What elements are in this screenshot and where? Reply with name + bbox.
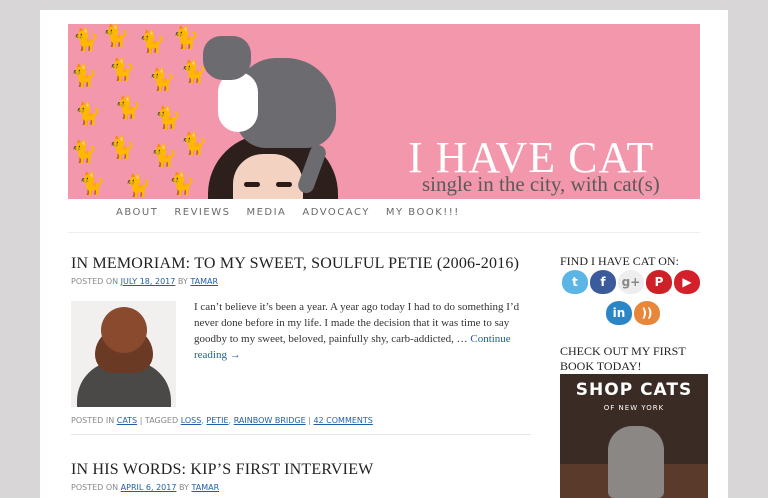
post-author-link[interactable]: TAMAR — [190, 277, 218, 286]
eye-icon — [244, 182, 260, 187]
by-label: BY — [177, 277, 188, 286]
cat-silhouette-icon: 🐈 — [150, 144, 178, 169]
comments-link[interactable]: 42 COMMENTS — [313, 416, 372, 425]
cat-silhouette-icon: 🐈 — [148, 68, 176, 93]
eye-icon — [276, 182, 292, 187]
tag-link[interactable]: LOSS — [181, 416, 202, 425]
category-link[interactable]: CATS — [117, 416, 137, 425]
cat-silhouette-icon: 🐈 — [172, 26, 200, 51]
nav-item-my-book[interactable]: MY BOOK!!! — [386, 207, 460, 218]
cat-silhouette-icon: 🐈 — [114, 96, 142, 121]
cat-silhouette-icon: 🐈 — [124, 174, 152, 199]
nav-item-advocacy[interactable]: ADVOCACY — [302, 207, 369, 218]
cat-silhouette-icon: 🐈 — [168, 172, 196, 197]
cat-silhouette-icon: 🐈 — [70, 64, 98, 89]
nav-item-about[interactable]: ABOUT — [116, 207, 158, 218]
thumbnail-hair — [101, 307, 147, 353]
facebook-icon[interactable]: f — [590, 270, 616, 294]
book-cover-image[interactable]: SHOP CATS OF NEW YORK — [560, 374, 708, 498]
post-date-link[interactable]: JULY 18, 2017 — [121, 277, 176, 286]
post-meta: POSTED ON JULY 18, 2017 BY TAMAR — [71, 277, 218, 286]
sidebar-find-heading: FIND I HAVE CAT ON: — [560, 254, 679, 268]
cat-silhouette-icon: 🐈 — [154, 106, 182, 131]
posted-on-label: POSTED ON — [71, 483, 119, 492]
pinterest-icon[interactable]: P — [646, 270, 672, 294]
post-excerpt: I can’t believe it’s been a year. A year… — [194, 299, 534, 363]
post-thumbnail[interactable] — [71, 301, 176, 407]
book-cover-cat — [608, 426, 664, 498]
posted-on-label: POSTED ON — [71, 277, 119, 286]
book-title: SHOP CATS — [575, 380, 693, 400]
cat-silhouette-icon: 🐈 — [72, 28, 100, 53]
nav-item-reviews[interactable]: REVIEWS — [174, 207, 230, 218]
post-footer: POSTED IN CATS | TAGGED LOSS, PETIE, RAI… — [71, 416, 373, 425]
cat-silhouette-icon: 🐈 — [74, 102, 102, 127]
cat-head — [203, 36, 251, 80]
post-title[interactable]: IN MEMORIAM: TO MY SWEET, SOULFUL PETIE … — [71, 255, 519, 273]
cat-silhouette-icon: 🐈 — [180, 132, 208, 157]
by-label: BY — [178, 483, 189, 492]
tagged-label: | TAGGED — [139, 416, 179, 425]
twitter-icon[interactable]: t — [562, 270, 588, 294]
social-icons-row-1: t f g+ P ▶ — [562, 270, 700, 294]
book-subtitle: OF NEW YORK — [603, 404, 665, 412]
cat-silhouette-icon: 🐈 — [70, 140, 98, 165]
sidebar-book-heading: CHECK OUT MY FIRST BOOK TODAY! — [560, 344, 686, 373]
post-title[interactable]: IN HIS WORDS: KIP’S FIRST INTERVIEW — [71, 461, 373, 479]
post-divider — [71, 434, 531, 435]
posted-in-label: POSTED IN — [71, 416, 115, 425]
cat-silhouette-icon: 🐈 — [138, 30, 166, 55]
google-plus-icon[interactable]: g+ — [618, 270, 644, 294]
post-date-link[interactable]: APRIL 6, 2017 — [121, 483, 177, 492]
tag-link[interactable]: RAINBOW BRIDGE — [234, 416, 306, 425]
rss-icon[interactable]: )) — [634, 301, 660, 325]
cat-silhouette-icon: 🐈 — [78, 172, 106, 197]
nav-divider — [68, 232, 700, 233]
cat-silhouette-icon: 🐈 — [108, 58, 136, 83]
page: 🐈 🐈 🐈 🐈 🐈 🐈 🐈 🐈 🐈 🐈 🐈 🐈 🐈 🐈 🐈 🐈 🐈 🐈 I HA… — [40, 10, 728, 498]
cat-chest — [218, 72, 258, 132]
youtube-icon[interactable]: ▶ — [674, 270, 700, 294]
woman-face — [233, 154, 303, 199]
site-tagline: single in the city, with cat(s) — [422, 172, 660, 196]
header-banner[interactable]: 🐈 🐈 🐈 🐈 🐈 🐈 🐈 🐈 🐈 🐈 🐈 🐈 🐈 🐈 🐈 🐈 🐈 🐈 I HA… — [68, 24, 700, 199]
tag-link[interactable]: PETIE — [206, 416, 228, 425]
cat-silhouette-icon: 🐈 — [102, 24, 130, 49]
linkedin-icon[interactable]: in — [606, 301, 632, 325]
cat-silhouette-icon: 🐈 — [108, 136, 136, 161]
post-author-link[interactable]: TAMAR — [191, 483, 219, 492]
social-icons-row-2: in )) — [606, 301, 660, 325]
main-nav: ABOUT REVIEWS MEDIA ADVOCACY MY BOOK!!! — [116, 207, 476, 218]
post-meta: POSTED ON APRIL 6, 2017 BY TAMAR — [71, 483, 219, 492]
nav-item-media[interactable]: MEDIA — [246, 207, 286, 218]
